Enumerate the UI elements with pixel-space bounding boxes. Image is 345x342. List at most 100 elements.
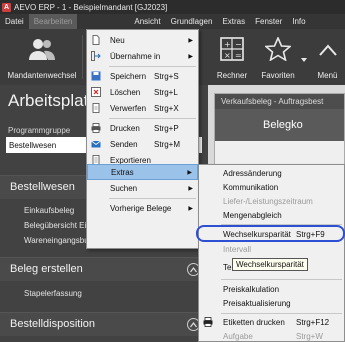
ribbon-divider bbox=[82, 35, 83, 79]
menu-item-shortcut: Strg+P bbox=[154, 123, 179, 133]
panel-title: Arbeitsplatz bbox=[8, 91, 97, 110]
menu-item-label: Preisaktualisierung bbox=[223, 298, 291, 308]
menu-item-loeschen[interactable]: Löschen Strg+L bbox=[87, 84, 198, 100]
menu-separator bbox=[109, 66, 196, 67]
submenu-item-preisaktualisierung[interactable]: Preisaktualisierung bbox=[199, 295, 344, 311]
link-einkaufsbeleg[interactable]: Einkaufsbeleg bbox=[24, 206, 74, 215]
submenu-arrow-icon: ▶ bbox=[188, 205, 193, 212]
star-icon bbox=[265, 37, 291, 61]
menu-item-label: Wechselkursparität bbox=[223, 229, 291, 239]
section-title: Bestelldisposition bbox=[10, 318, 95, 330]
menu-bearbeiten[interactable]: Bearbeiten bbox=[28, 14, 78, 29]
mandantenwechsel-button[interactable]: Mandantenwechsel bbox=[4, 29, 80, 85]
menu-item-label: Speichern bbox=[110, 71, 147, 81]
section-title: Bestellwesen bbox=[10, 181, 75, 193]
document-title: Verkaufsbeleg - Auftragsbest bbox=[215, 94, 344, 109]
menu-fenster[interactable]: Fenster bbox=[250, 14, 287, 29]
menu-item-senden[interactable]: Senden Strg+M bbox=[87, 136, 198, 152]
submenu-arrow-icon: ▶ bbox=[188, 53, 193, 60]
submenu-item-aufgabe: Aufgabe Strg+W bbox=[199, 328, 344, 342]
submenu-item-wechselkursparitaet[interactable]: Wechselkursparität Strg+F9 bbox=[199, 226, 344, 242]
favoriten-label: Favoriten bbox=[261, 71, 295, 80]
favoriten-dropdown-icon[interactable] bbox=[301, 58, 307, 62]
menu-item-shortcut: Strg+S bbox=[154, 71, 179, 81]
menu-item-label: Verwerfen bbox=[110, 103, 147, 113]
menu-item-label: Kommunikation bbox=[223, 182, 279, 192]
submenu-arrow-icon: ▶ bbox=[188, 37, 193, 44]
document-banner: Belegko bbox=[215, 109, 344, 141]
window-title: AEVO ERP - 1 - Beispielmandant [GJ2023] bbox=[14, 2, 168, 12]
menu-info[interactable]: Info bbox=[287, 14, 310, 29]
calculator-icon: + − × = bbox=[220, 37, 244, 61]
menu-item-label: Löschen bbox=[110, 87, 141, 97]
menu-item-verwerfen[interactable]: Verwerfen Strg+X bbox=[87, 100, 198, 116]
menu-item-label: Liefer-/Leistungszeitraum bbox=[223, 196, 313, 206]
menu-item-extras[interactable]: Extras ▶ bbox=[87, 164, 198, 180]
favoriten-button[interactable]: Favoriten bbox=[254, 29, 302, 85]
menu-item-suchen[interactable]: Suchen ▶ bbox=[87, 180, 198, 196]
section-beleg-erstellen[interactable]: Beleg erstellen bbox=[0, 257, 208, 281]
menu-grundlagen[interactable]: Grundlagen bbox=[166, 14, 218, 29]
users-icon bbox=[29, 39, 55, 60]
transfer-icon bbox=[91, 51, 101, 61]
menu-item-shortcut: Strg+F12 bbox=[296, 317, 330, 327]
new-doc-icon bbox=[92, 35, 100, 45]
mail-icon bbox=[91, 140, 101, 148]
menu-item-label: Intervall bbox=[223, 244, 252, 254]
svg-text:−: − bbox=[235, 40, 242, 49]
menu-separator bbox=[221, 279, 342, 280]
menu-item-label: Etiketten drucken bbox=[223, 317, 285, 327]
menu-separator bbox=[109, 198, 196, 199]
menu-item-uebernahme[interactable]: Übernahme in ▶ bbox=[87, 48, 198, 64]
menu-item-label: Übernahme in bbox=[110, 51, 161, 61]
menu-item-shortcut: Strg+L bbox=[154, 87, 178, 97]
svg-text:=: = bbox=[235, 51, 242, 60]
app-logo-icon: A bbox=[2, 2, 11, 12]
menu-item-label: Senden bbox=[110, 139, 138, 149]
submenu-item-intervall: Intervall bbox=[199, 241, 344, 257]
menu-item-label: Vorherige Belege bbox=[110, 203, 172, 213]
menu-extras[interactable]: Extras bbox=[217, 14, 250, 29]
menu-hidden-slot bbox=[77, 14, 129, 29]
menu-item-shortcut: Strg+W bbox=[296, 331, 323, 341]
discard-icon bbox=[92, 103, 100, 113]
chevron-up-icon bbox=[319, 44, 337, 56]
menu-datei[interactable]: Datei bbox=[0, 14, 29, 29]
svg-text:×: × bbox=[224, 51, 231, 60]
menu-item-shortcut: Strg+F9 bbox=[296, 229, 325, 239]
rechner-label: Rechner bbox=[216, 71, 248, 80]
section-title: Beleg erstellen bbox=[10, 263, 83, 275]
menu-item-label: Aufgabe bbox=[223, 331, 253, 341]
svg-text:+: + bbox=[224, 40, 231, 49]
extras-submenu: Adressänderung Kommunikation Liefer-/Lei… bbox=[198, 164, 345, 342]
submenu-item-mengenabgleich[interactable]: Mengenabgleich bbox=[199, 207, 344, 223]
print-icon bbox=[91, 123, 101, 133]
menu-item-shortcut: Strg+M bbox=[154, 139, 181, 149]
menu-item-speichern[interactable]: Speichern Strg+S bbox=[87, 68, 198, 84]
menu-item-label: Mengenabgleich bbox=[223, 210, 282, 220]
menue-label: Menü bbox=[317, 71, 338, 80]
menu-item-label: Neu bbox=[110, 35, 125, 45]
bearbeiten-menu: Neu ▶ Übernahme in ▶ Speichern Strg+S Lö… bbox=[86, 29, 199, 249]
delete-icon bbox=[91, 87, 101, 97]
submenu-arrow-icon: ▶ bbox=[187, 169, 192, 176]
menu-bar: Datei Bearbeiten Ansicht Grundlagen Extr… bbox=[0, 14, 345, 29]
link-stapelerfassung[interactable]: Stapelerfassung bbox=[24, 289, 82, 298]
menue-button[interactable]: Menü bbox=[310, 29, 345, 85]
menu-item-neu[interactable]: Neu ▶ bbox=[87, 32, 198, 48]
menu-item-label: Preiskalkulation bbox=[223, 284, 280, 294]
submenu-arrow-icon: ▶ bbox=[188, 185, 193, 192]
save-icon bbox=[91, 71, 101, 81]
title-bar: A AEVO ERP - 1 - Beispielmandant [GJ2023… bbox=[0, 0, 345, 14]
menu-item-vorherige-belege[interactable]: Vorherige Belege ▶ bbox=[87, 200, 198, 216]
menu-item-drucken[interactable]: Drucken Strg+P bbox=[87, 120, 198, 136]
programmgruppe-label: Programmgruppe bbox=[8, 126, 71, 135]
menu-item-label: Extras bbox=[111, 167, 134, 177]
menu-item-shortcut: Strg+X bbox=[154, 103, 179, 113]
rechner-button[interactable]: + − × = Rechner bbox=[212, 29, 252, 85]
section-bestelldisposition[interactable]: Bestelldisposition bbox=[0, 312, 208, 336]
menu-ansicht[interactable]: Ansicht bbox=[129, 14, 165, 29]
mandantenwechsel-label: Mandantenwechsel bbox=[7, 71, 77, 80]
print-icon bbox=[203, 317, 213, 327]
menu-item-label: Adressänderung bbox=[223, 168, 282, 178]
